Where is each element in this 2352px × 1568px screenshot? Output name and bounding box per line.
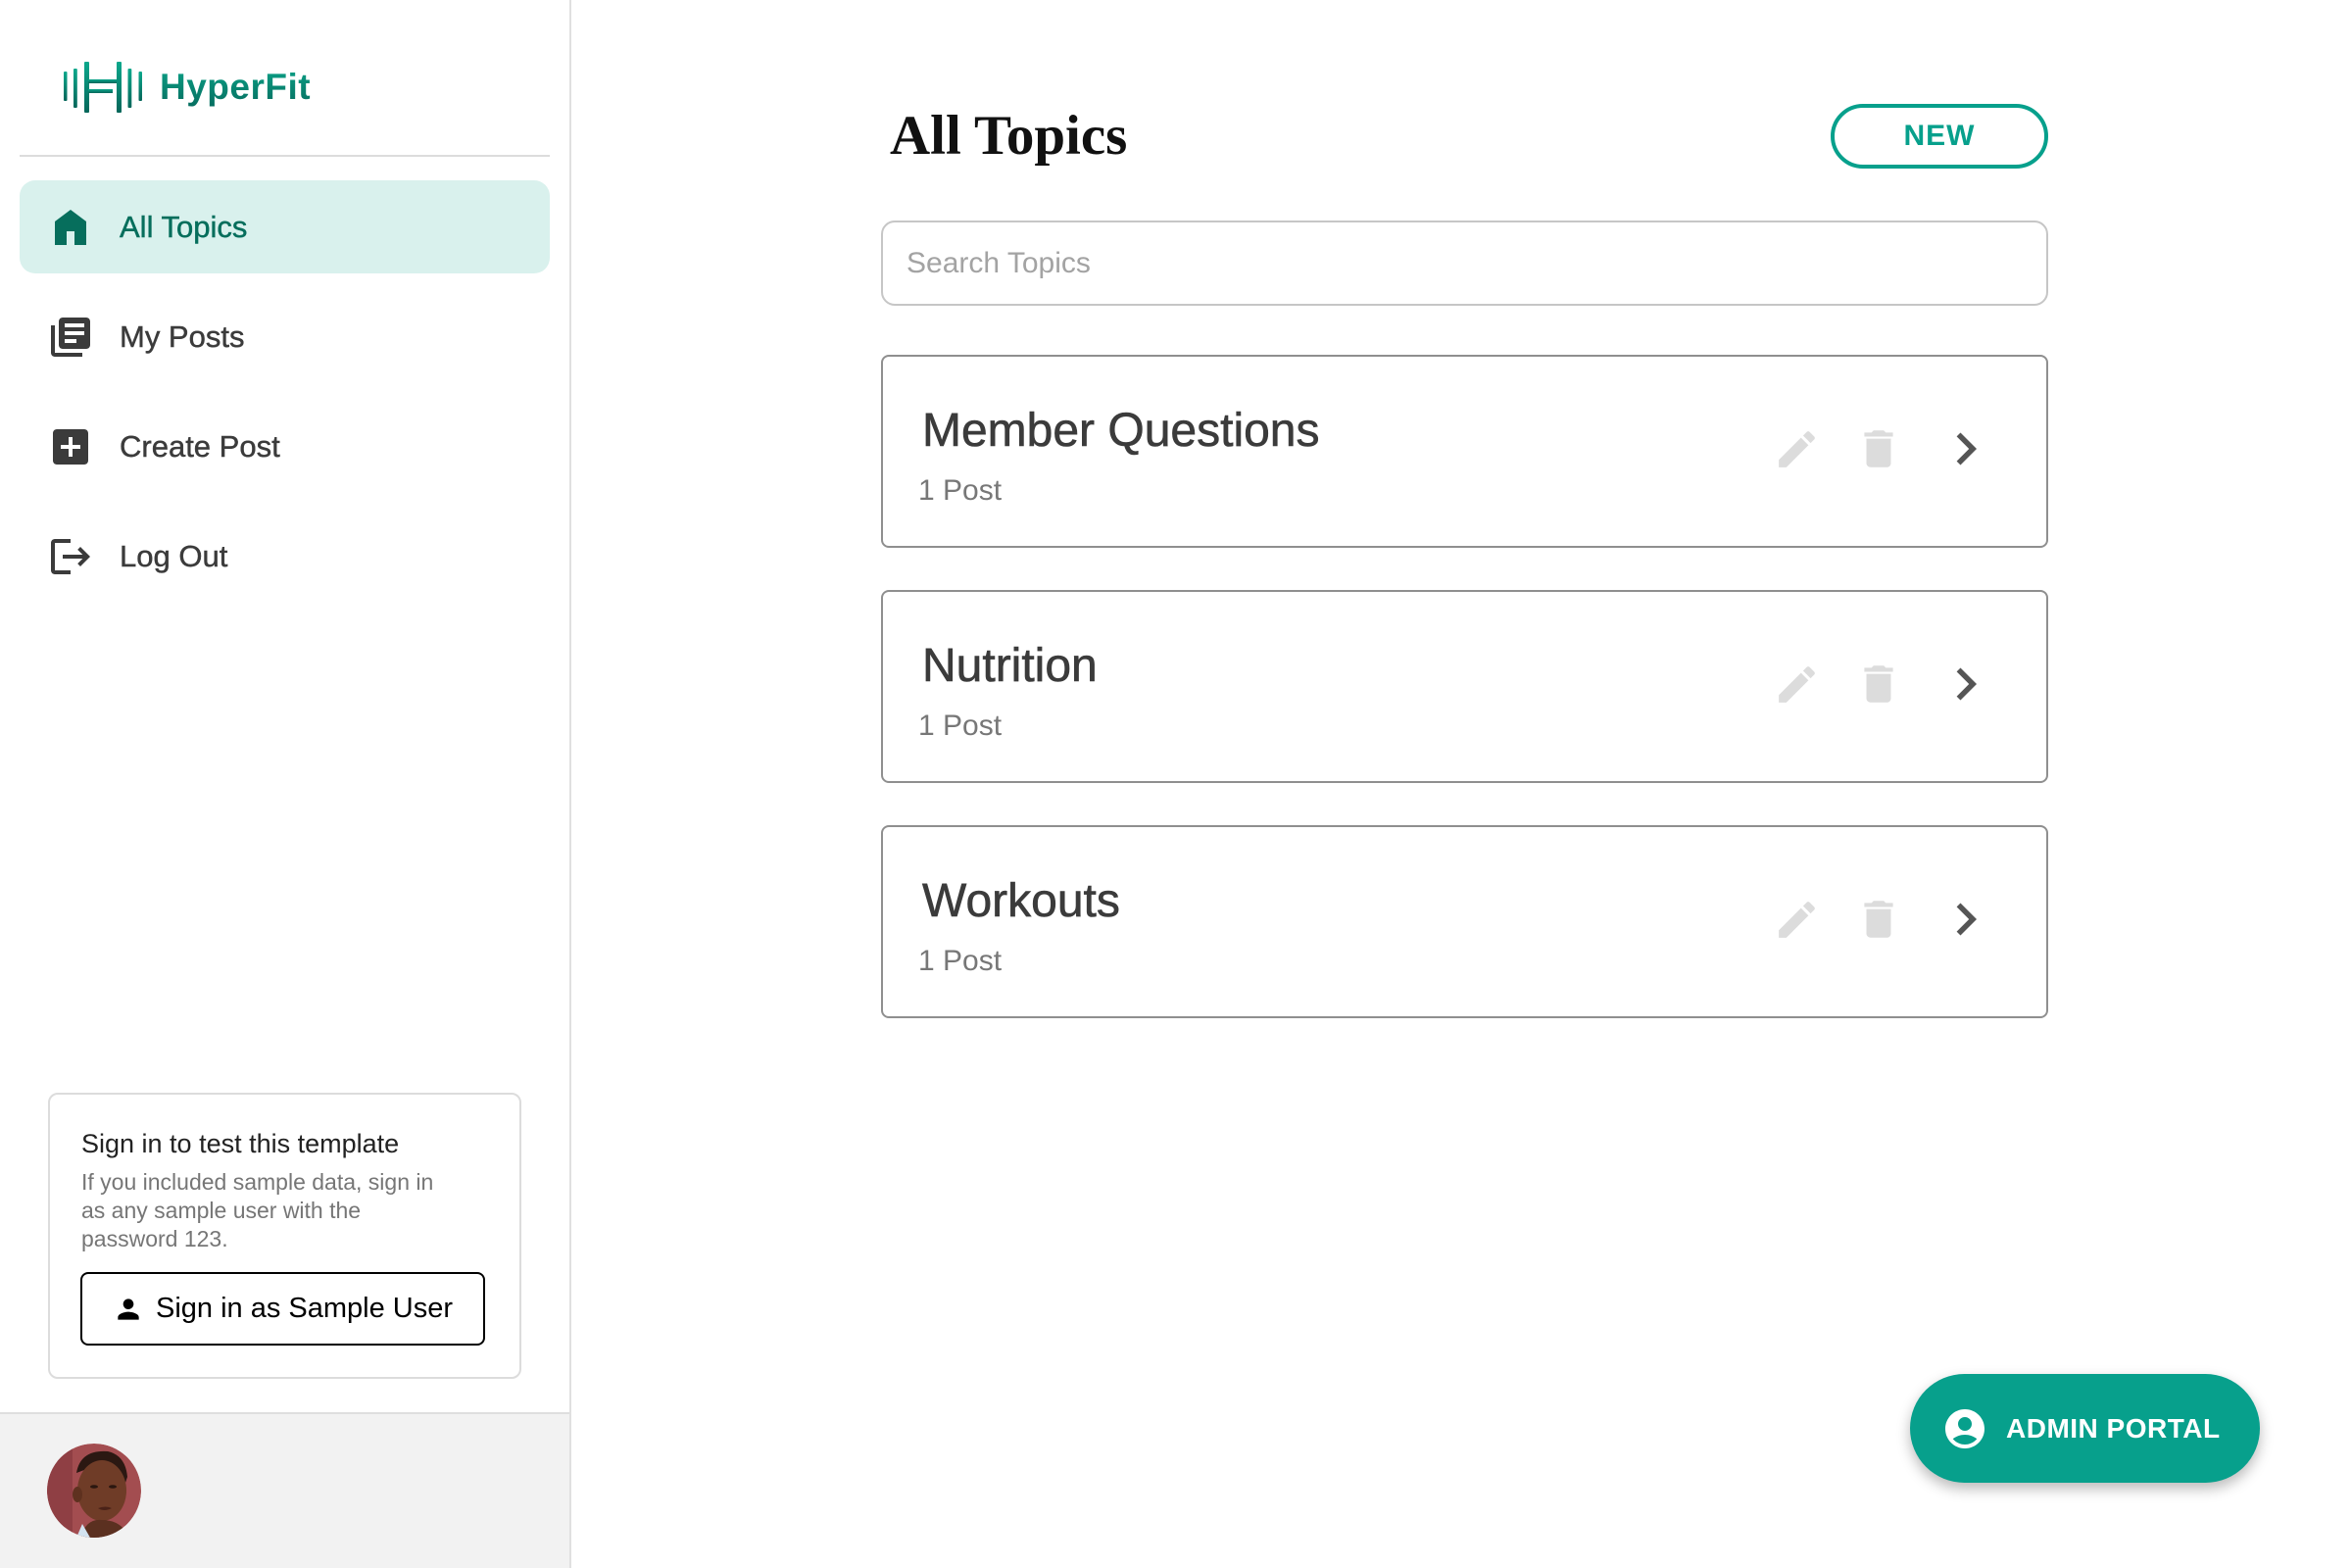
delete-icon[interactable] [1854, 660, 1903, 709]
edit-icon[interactable] [1773, 425, 1821, 473]
barbell-icon [64, 62, 142, 113]
sidebar-item-label: All Topics [120, 209, 248, 244]
sidebar-item-label: Log Out [120, 538, 228, 573]
edit-icon[interactable] [1773, 661, 1821, 709]
topic-card-workouts[interactable]: Workouts 1 Post [881, 825, 2048, 1018]
topic-name: Workouts [922, 875, 1120, 928]
sidebar-item-log-out[interactable]: Log Out [20, 510, 550, 603]
add-box-icon [47, 423, 94, 470]
app-name: HyperFit [160, 62, 311, 113]
topic-post-count: 1 Post [918, 474, 1003, 507]
account-circle-icon [1941, 1405, 1988, 1452]
topic-post-count: 1 Post [918, 945, 1003, 977]
sidebar-item-create-post[interactable]: Create Post [20, 400, 550, 493]
admin-portal-button[interactable]: ADMIN PORTAL [1910, 1374, 2260, 1483]
logout-icon [47, 533, 94, 580]
person-icon [113, 1294, 144, 1325]
topic-card-member-questions[interactable]: Member Questions 1 Post [881, 355, 2048, 548]
chevron-right-icon[interactable] [1934, 887, 1998, 952]
library-books-icon [47, 314, 94, 361]
edit-icon[interactable] [1773, 896, 1821, 944]
sidebar-item-label: My Posts [120, 318, 245, 354]
new-topic-button[interactable]: NEW [1831, 104, 2048, 169]
sidebar-item-all-topics[interactable]: All Topics [20, 180, 550, 273]
logo-divider [20, 155, 550, 157]
topic-post-count: 1 Post [918, 710, 1003, 742]
topic-name: Member Questions [922, 405, 1320, 458]
home-icon [47, 204, 94, 251]
sidebar: HyperFit All Topics My Posts Create Post [0, 0, 571, 1568]
chevron-right-icon[interactable] [1934, 416, 1998, 481]
search-input[interactable] [883, 222, 2046, 304]
sidebar-item-my-posts[interactable]: My Posts [20, 290, 550, 383]
topic-card-nutrition[interactable]: Nutrition 1 Post [881, 590, 2048, 783]
sidebar-item-label: Create Post [120, 428, 280, 464]
admin-portal-label: ADMIN PORTAL [2006, 1412, 2221, 1444]
sign-in-sample-user-label: Sign in as Sample User [155, 1293, 454, 1324]
new-topic-button-label: NEW [1903, 120, 1976, 152]
delete-icon[interactable] [1854, 424, 1903, 473]
page-title: All Topics [890, 105, 1128, 167]
sign-in-sample-user-button[interactable]: Sign in as Sample User [80, 1272, 485, 1346]
user-avatar[interactable] [47, 1444, 141, 1538]
app-logo[interactable]: HyperFit [64, 62, 311, 113]
signin-card: Sign in to test this template If you inc… [48, 1093, 521, 1379]
delete-icon[interactable] [1854, 895, 1903, 944]
topic-name: Nutrition [922, 640, 1098, 693]
signin-card-title: Sign in to test this template [81, 1129, 400, 1158]
chevron-right-icon[interactable] [1934, 652, 1998, 716]
search-field [881, 220, 2048, 306]
sidebar-footer [0, 1412, 569, 1568]
signin-card-description: If you included sample data, sign in as … [81, 1169, 434, 1251]
